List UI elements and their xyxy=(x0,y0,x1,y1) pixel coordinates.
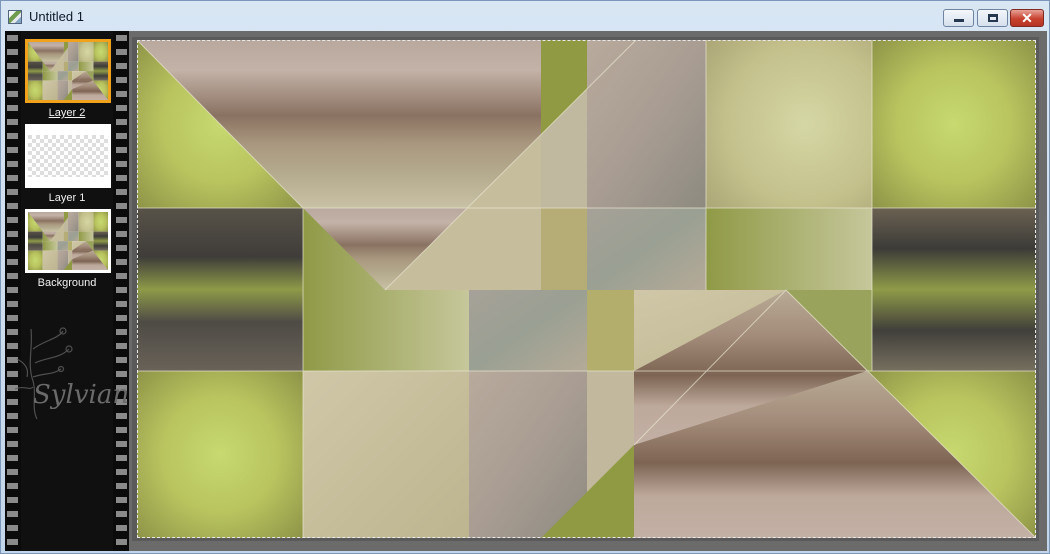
minimize-button[interactable] xyxy=(943,9,974,27)
film-perforations-left xyxy=(7,31,18,551)
close-icon: ✕ xyxy=(1021,10,1033,26)
maximize-button[interactable] xyxy=(977,9,1008,27)
image-canvas[interactable] xyxy=(137,40,1036,538)
layer-thumbnail-background[interactable] xyxy=(25,209,111,273)
layers-list: Layer 2 Layer 1 Background xyxy=(21,31,113,551)
signature-watermark: Sylviane xyxy=(14,327,129,420)
window-title: Untitled 1 xyxy=(29,9,84,24)
image-document-icon xyxy=(8,10,22,24)
film-perforations-right xyxy=(116,31,127,551)
minimize-icon xyxy=(954,19,964,22)
layer-thumbnail-layer-1[interactable] xyxy=(25,124,111,188)
transparent-checker-pattern xyxy=(28,135,108,177)
document-client-area: Layer 2 Layer 1 Background Sylvian xyxy=(5,31,1047,551)
layer-label-layer-2[interactable]: Layer 2 xyxy=(21,107,113,119)
layer-thumbnail-layer-2[interactable] xyxy=(25,39,111,103)
maximize-icon xyxy=(988,14,998,22)
collage-image xyxy=(137,40,1036,538)
title-bar[interactable]: Untitled 1 ✕ xyxy=(1,1,1049,31)
close-button[interactable]: ✕ xyxy=(1010,9,1044,27)
document-window: Untitled 1 ✕ Layer 2 Layer 1 Background … xyxy=(0,0,1050,554)
layers-filmstrip: Layer 2 Layer 1 Background Sylvian xyxy=(5,31,129,551)
layer-label-layer-1[interactable]: Layer 1 xyxy=(21,192,113,204)
layer-label-background[interactable]: Background xyxy=(21,277,113,289)
watermark-text: Sylviane xyxy=(33,380,129,410)
